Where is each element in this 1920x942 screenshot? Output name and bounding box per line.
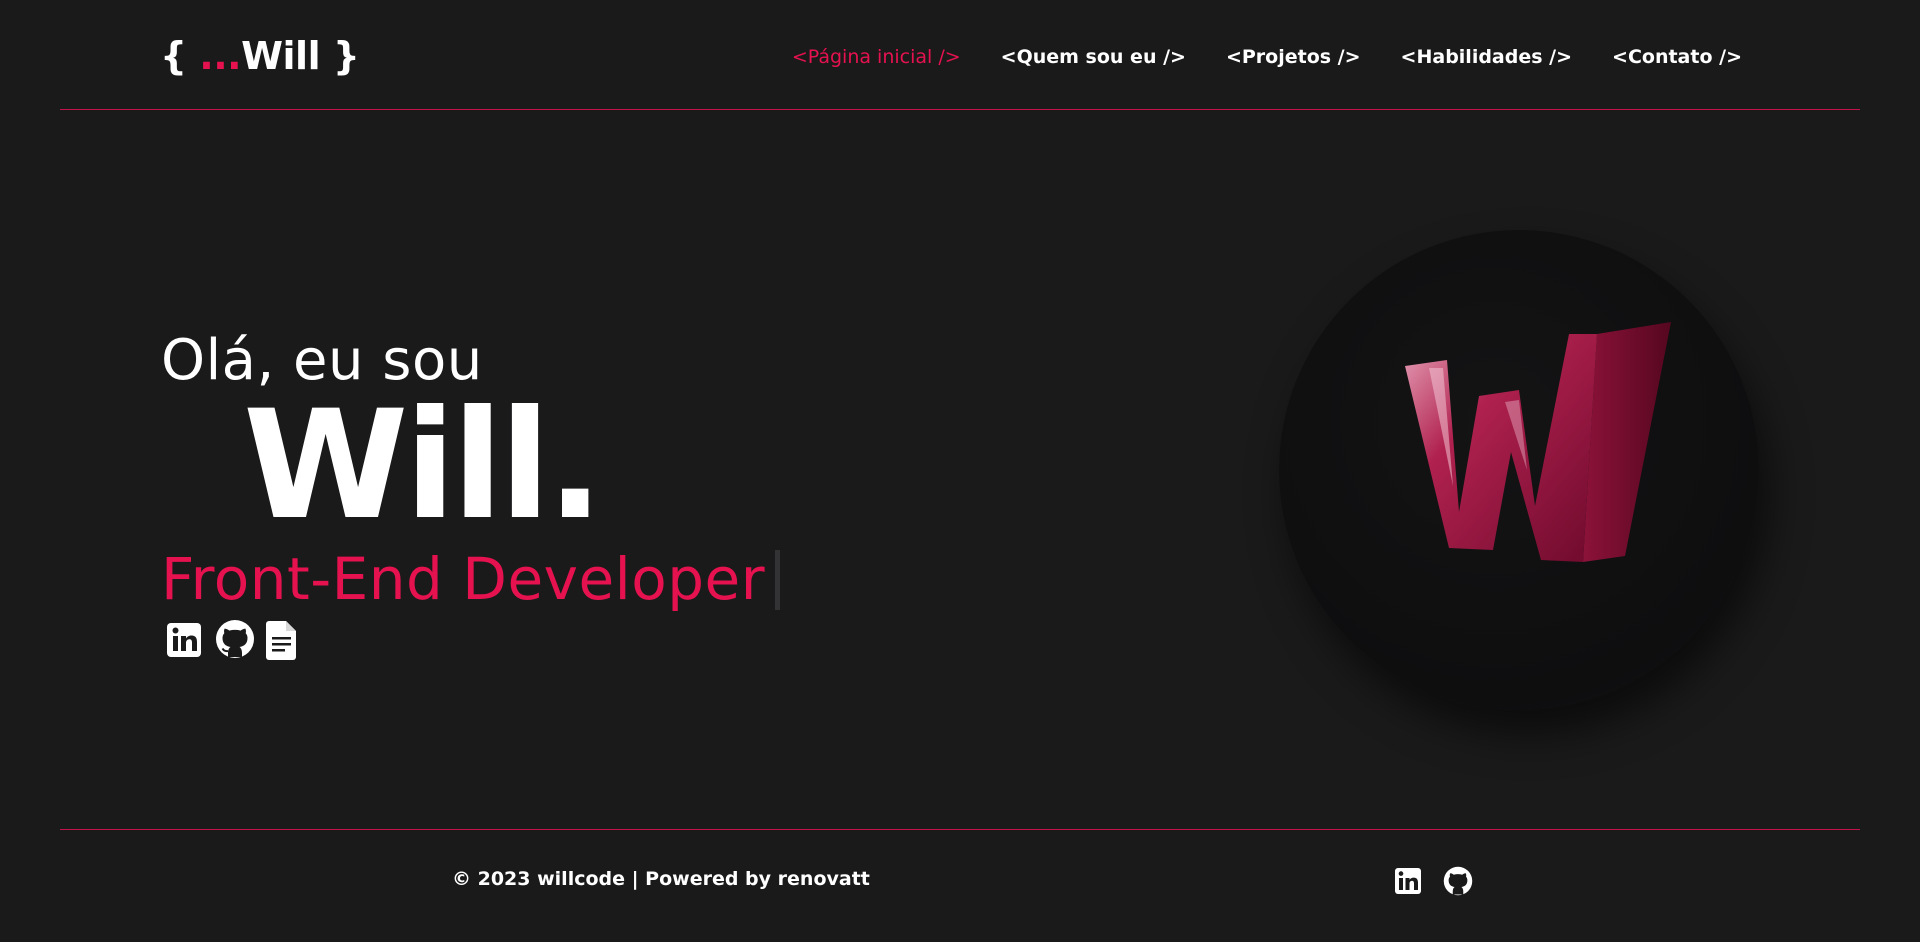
nav-about[interactable]: <Quem sou eu /> bbox=[1001, 46, 1186, 68]
w-logo-image bbox=[1405, 322, 1671, 562]
logo-name: Will bbox=[241, 34, 321, 78]
logo-open-brace: { bbox=[160, 34, 200, 78]
footer-social-links bbox=[1393, 866, 1473, 896]
avatar bbox=[1279, 230, 1759, 710]
copyright-text: © 2023 willcode | Powered by renovatt bbox=[452, 868, 870, 890]
nav-contact[interactable]: <Contato /> bbox=[1612, 46, 1742, 68]
hero-social-links bbox=[165, 618, 303, 660]
hero-role-text: Front-End Developer bbox=[161, 545, 766, 613]
github-icon[interactable] bbox=[215, 618, 254, 660]
hero-intro: Olá, eu sou Will. Front-End Developer bbox=[161, 326, 781, 660]
linkedin-icon[interactable] bbox=[1393, 866, 1423, 896]
github-icon[interactable] bbox=[1443, 866, 1473, 896]
logo-close-brace: } bbox=[320, 34, 360, 78]
typing-cursor bbox=[775, 549, 781, 610]
main-nav: <Página inicial /> <Quem sou eu /> <Proj… bbox=[792, 46, 1742, 68]
nav-skills[interactable]: <Habilidades /> bbox=[1401, 46, 1572, 68]
footer-divider bbox=[60, 829, 1860, 830]
document-icon[interactable] bbox=[265, 618, 303, 660]
linkedin-icon[interactable] bbox=[165, 618, 203, 660]
page: { ...Will } <Página inicial /> <Quem sou… bbox=[0, 0, 1920, 942]
hero-name: Will. bbox=[243, 379, 604, 553]
logo-dots: ... bbox=[199, 34, 242, 78]
site-header: { ...Will } <Página inicial /> <Quem sou… bbox=[60, 0, 1860, 110]
logo[interactable]: { ...Will } bbox=[160, 34, 360, 78]
nav-home[interactable]: <Página inicial /> bbox=[792, 46, 961, 68]
nav-projects[interactable]: <Projetos /> bbox=[1226, 46, 1361, 68]
hero-role: Front-End Developer bbox=[161, 544, 781, 614]
